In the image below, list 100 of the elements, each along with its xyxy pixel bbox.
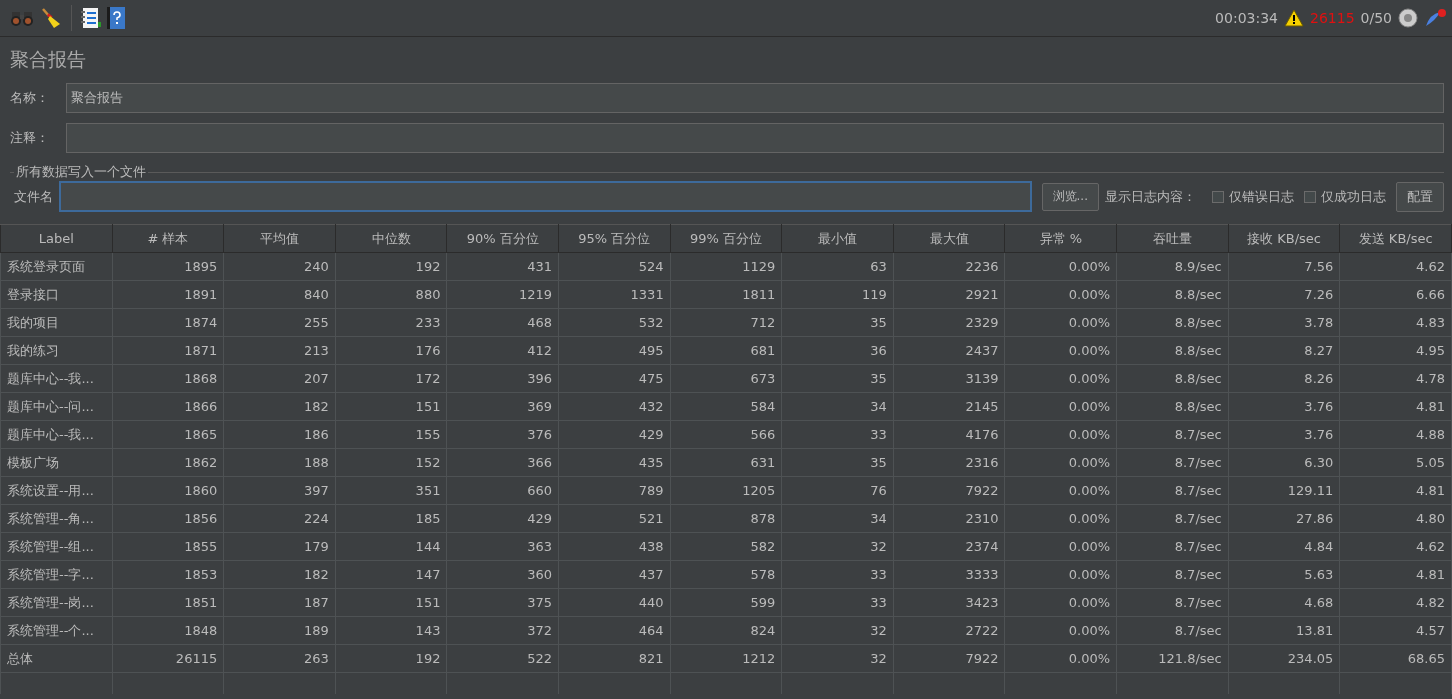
column-header[interactable]: 吞吐量 [1116, 224, 1229, 253]
table-cell: 369 [446, 392, 559, 421]
checkbox[interactable] [1304, 190, 1316, 203]
table-cell: 1860 [112, 476, 224, 505]
file-name-field[interactable] [59, 181, 1032, 212]
table-cell: 878 [670, 504, 782, 533]
table-cell: 429 [558, 420, 671, 449]
table-cell: 119 [781, 280, 894, 309]
table-cell: 1848 [112, 616, 224, 645]
checkbox-label: 仅错误日志 [1229, 187, 1294, 206]
thread-count: 0/50 [1360, 10, 1392, 26]
table-cell: 8.7/sec [1116, 560, 1229, 589]
table-cell: 8.8/sec [1116, 336, 1229, 365]
table-cell: 440 [558, 588, 671, 617]
feather-icon[interactable] [1424, 8, 1446, 28]
table-cell: 33 [781, 560, 894, 589]
binoculars-icon[interactable] [10, 9, 34, 27]
table-cell: 系统管理--角... [0, 504, 113, 533]
table-cell: 0.00% [1005, 252, 1117, 281]
table-cell: 2374 [893, 532, 1005, 561]
table-cell: 0.00% [1005, 644, 1117, 673]
table-cell: 660 [446, 476, 559, 505]
table-cell: 578 [670, 560, 782, 589]
table-cell: 2236 [893, 252, 1005, 281]
column-header[interactable]: 最大值 [893, 224, 1005, 253]
table-cell: 495 [558, 336, 671, 365]
group-title: 所有数据写入一个文件 [15, 163, 147, 181]
table-cell: 0.00% [1005, 448, 1117, 477]
column-header[interactable]: Label [0, 224, 113, 253]
table-cell: 题库中心--问... [0, 392, 113, 421]
panel-title: 聚合报告 [10, 47, 86, 72]
column-header[interactable]: 异常 % [1005, 224, 1117, 253]
table-cell: 8.7/sec [1116, 476, 1229, 505]
table-cell: 155 [335, 420, 447, 449]
table-cell: 0.00% [1005, 560, 1117, 589]
table-cell: 532 [558, 308, 671, 337]
table-cell: 376 [446, 420, 559, 449]
table-cell: 789 [558, 476, 671, 505]
table-cell: 4.88 [1339, 420, 1452, 449]
circle-icon[interactable] [1398, 8, 1418, 28]
table-cell: 437 [558, 560, 671, 589]
table-cell: 712 [670, 308, 782, 337]
table-cell: 系统管理--个... [0, 616, 113, 645]
help-icon[interactable] [107, 7, 125, 29]
comment-field[interactable] [66, 123, 1444, 153]
table-cell: 7.56 [1228, 252, 1340, 281]
broom-icon[interactable] [40, 7, 62, 29]
table-cell: 3139 [893, 364, 1005, 393]
table-cell: 4.82 [1339, 588, 1452, 617]
table-cell: 240 [223, 252, 336, 281]
table-cell: 566 [670, 420, 782, 449]
table-cell: 821 [558, 644, 671, 673]
column-header[interactable]: # 样本 [112, 224, 224, 253]
table-cell: 186 [223, 420, 336, 449]
table-cell: 397 [223, 476, 336, 505]
table-cell: 4.81 [1339, 476, 1452, 505]
table-cell: 522 [446, 644, 559, 673]
table-cell: 1866 [112, 392, 224, 421]
elapsed-time: 00:03:34 [1215, 10, 1278, 26]
column-header[interactable]: 90% 百分位 [446, 224, 559, 253]
table-cell: 121.8/sec [1116, 644, 1229, 673]
config-button[interactable]: 配置 [1396, 181, 1444, 212]
table-cell: 396 [446, 364, 559, 393]
table-cell: 192 [335, 252, 447, 281]
table-cell: 2310 [893, 504, 1005, 533]
list-icon[interactable] [81, 7, 101, 29]
column-header[interactable]: 平均值 [223, 224, 336, 253]
table-cell: 0.00% [1005, 364, 1117, 393]
table-cell: 35 [781, 308, 894, 337]
table-cell: 32 [781, 644, 894, 673]
table-cell: 1891 [112, 280, 224, 309]
table-cell: 27.86 [1228, 504, 1340, 533]
table-cell: 7922 [893, 476, 1005, 505]
table-cell: 36 [781, 336, 894, 365]
column-header[interactable]: 95% 百分位 [558, 224, 671, 253]
checkbox[interactable] [1212, 190, 1224, 203]
table-cell: 187 [223, 588, 336, 617]
table-cell: 673 [670, 364, 782, 393]
column-header[interactable]: 中位数 [335, 224, 447, 253]
table-cell: 我的项目 [0, 308, 113, 337]
table-cell: 429 [446, 504, 559, 533]
table-cell: 26115 [112, 644, 224, 673]
column-header[interactable]: 最小值 [781, 224, 894, 253]
error-count: 26115 [1310, 10, 1355, 26]
table-cell: 188 [223, 448, 336, 477]
column-header[interactable]: 99% 百分位 [670, 224, 782, 253]
column-header[interactable]: 接收 KB/sec [1228, 224, 1340, 253]
table-cell: 35 [781, 448, 894, 477]
table-cell: 8.8/sec [1116, 280, 1229, 309]
table-cell: 599 [670, 588, 782, 617]
name-field[interactable]: 聚合报告 [66, 83, 1444, 113]
table-cell: 213 [223, 336, 336, 365]
browse-button[interactable]: 浏览... [1041, 182, 1099, 211]
table-cell: 2316 [893, 448, 1005, 477]
table-cell: 32 [781, 616, 894, 645]
column-header[interactable]: 发送 KB/sec [1339, 224, 1452, 253]
table-cell: 189 [223, 616, 336, 645]
table-cell: 2921 [893, 280, 1005, 309]
table-cell: 464 [558, 616, 671, 645]
table-cell: 4.80 [1339, 504, 1452, 533]
